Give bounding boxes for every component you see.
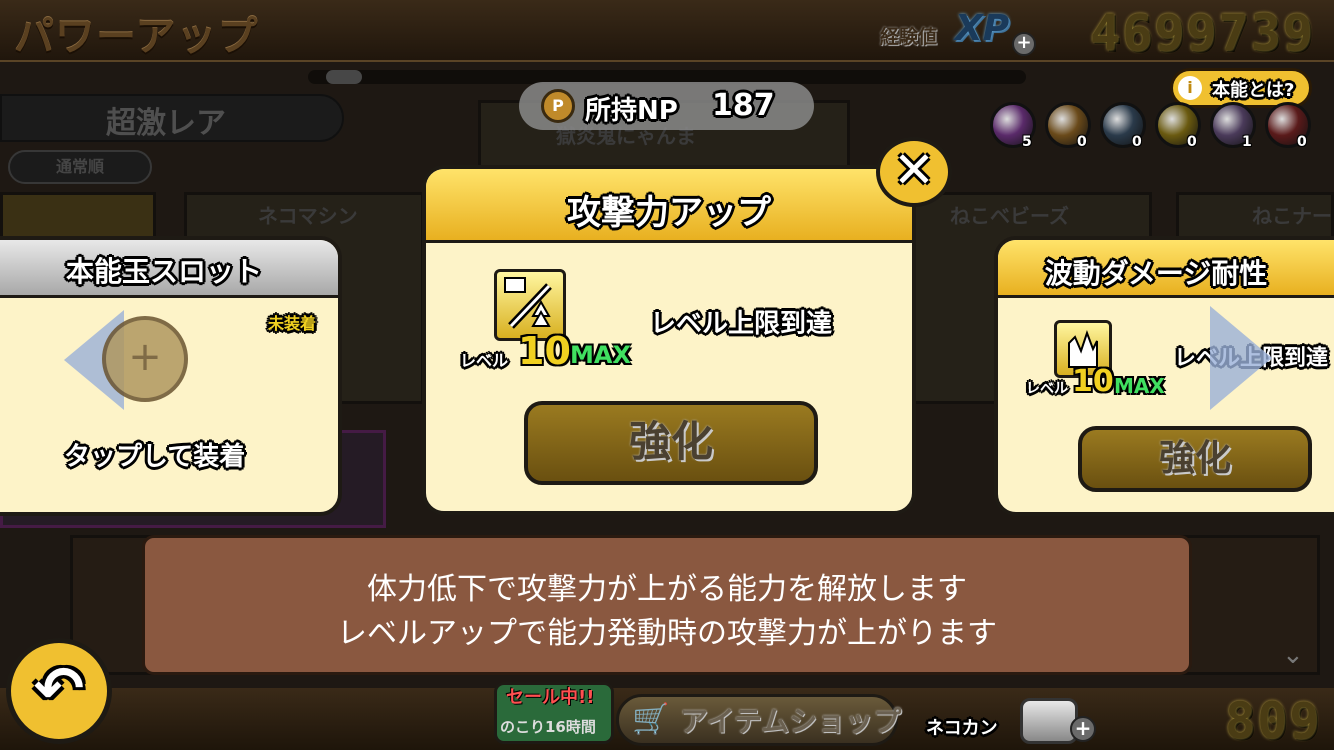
orb-count: 1 [1242,134,1252,150]
upgrade-button[interactable]: 強化 [524,401,818,485]
orb-slot-panel[interactable]: 本能玉スロット 未装着 + タップして装着 [0,236,342,516]
cart-icon: 🛒 [632,702,670,737]
orb-slot-header: 本能玉スロット [0,240,338,298]
np-coin-icon: P [541,89,575,123]
orb-slot-title: 本能玉スロット [65,255,262,288]
attack-up-title: 攻撃力アップ [567,193,771,233]
orb-count: 0 [1297,134,1307,150]
instinct-info-label: 本能とは? [1212,80,1295,101]
max-badge: MAX [570,341,631,369]
scroll-right-arrow-icon[interactable] [1210,306,1272,410]
attack-up-panel: 攻撃力アップ レベル 10 MAX レベル上限到達 強化 [422,165,916,515]
sale-remaining-time: のこり16時間 [500,718,596,736]
chevron-down-icon[interactable]: ⌄ [1282,640,1304,670]
close-icon[interactable]: ✕ [876,137,952,207]
orb-count: 0 [1077,134,1087,150]
level-value: 10 [518,329,571,373]
level-label: レベル [1026,381,1068,397]
xp-value: 4699739 [1090,4,1315,62]
upgrade-button[interactable]: 強化 [1078,426,1312,492]
orb-count: 0 [1132,134,1142,150]
np-label: 所持NP [585,96,678,126]
level-label: レベル [460,351,509,370]
xp-label: 経験値 [880,26,938,48]
back-arrow-icon[interactable]: ↶ [6,638,112,744]
orb-slot-hint: タップして装着 [64,442,246,472]
orb-count: 5 [1022,134,1032,150]
item-shop-label: アイテムショップ [680,705,902,738]
max-badge: MAX [1114,374,1165,398]
xp-icon: XP [955,8,1010,49]
orb-count: 0 [1187,134,1197,150]
level-cap-status: レベル上限到達 [650,309,833,339]
orb-slot-status: 未装着 [268,314,317,333]
description-line: レベルアップで能力発動時の攻撃力が上がります [337,616,997,651]
wave-resist-header: 波動ダメージ耐性 [998,240,1334,298]
wave-resist-title: 波動ダメージ耐性 [1044,257,1268,290]
add-xp-button[interactable]: + [1012,32,1036,56]
description-box: 体力低下で攻撃力が上がる能力を解放します レベルアップで能力発動時の攻撃力が上が… [142,535,1192,675]
catfood-value: 809 [1225,692,1322,750]
np-value: 187 [712,88,775,123]
description-line: 体力低下で攻撃力が上がる能力を解放します [367,572,967,607]
attack-up-header: 攻撃力アップ [426,169,912,243]
catfood-can-icon [1020,698,1078,744]
wave-resist-panel[interactable]: 波動ダメージ耐性 レベル 10 MAX レベル上限到達 強化 [994,236,1334,516]
catfood-label: ネコカン [926,718,998,739]
level-value: 10 [1072,364,1114,399]
add-orb-icon[interactable]: + [102,316,188,402]
info-icon: i [1178,76,1202,100]
top-bar: パワーアップ 経験値 XP + 4699739 [0,0,1334,62]
screen-title: パワーアップ [14,14,259,60]
sale-label: セール中!! [506,687,595,708]
add-catfood-button[interactable]: + [1070,716,1096,742]
